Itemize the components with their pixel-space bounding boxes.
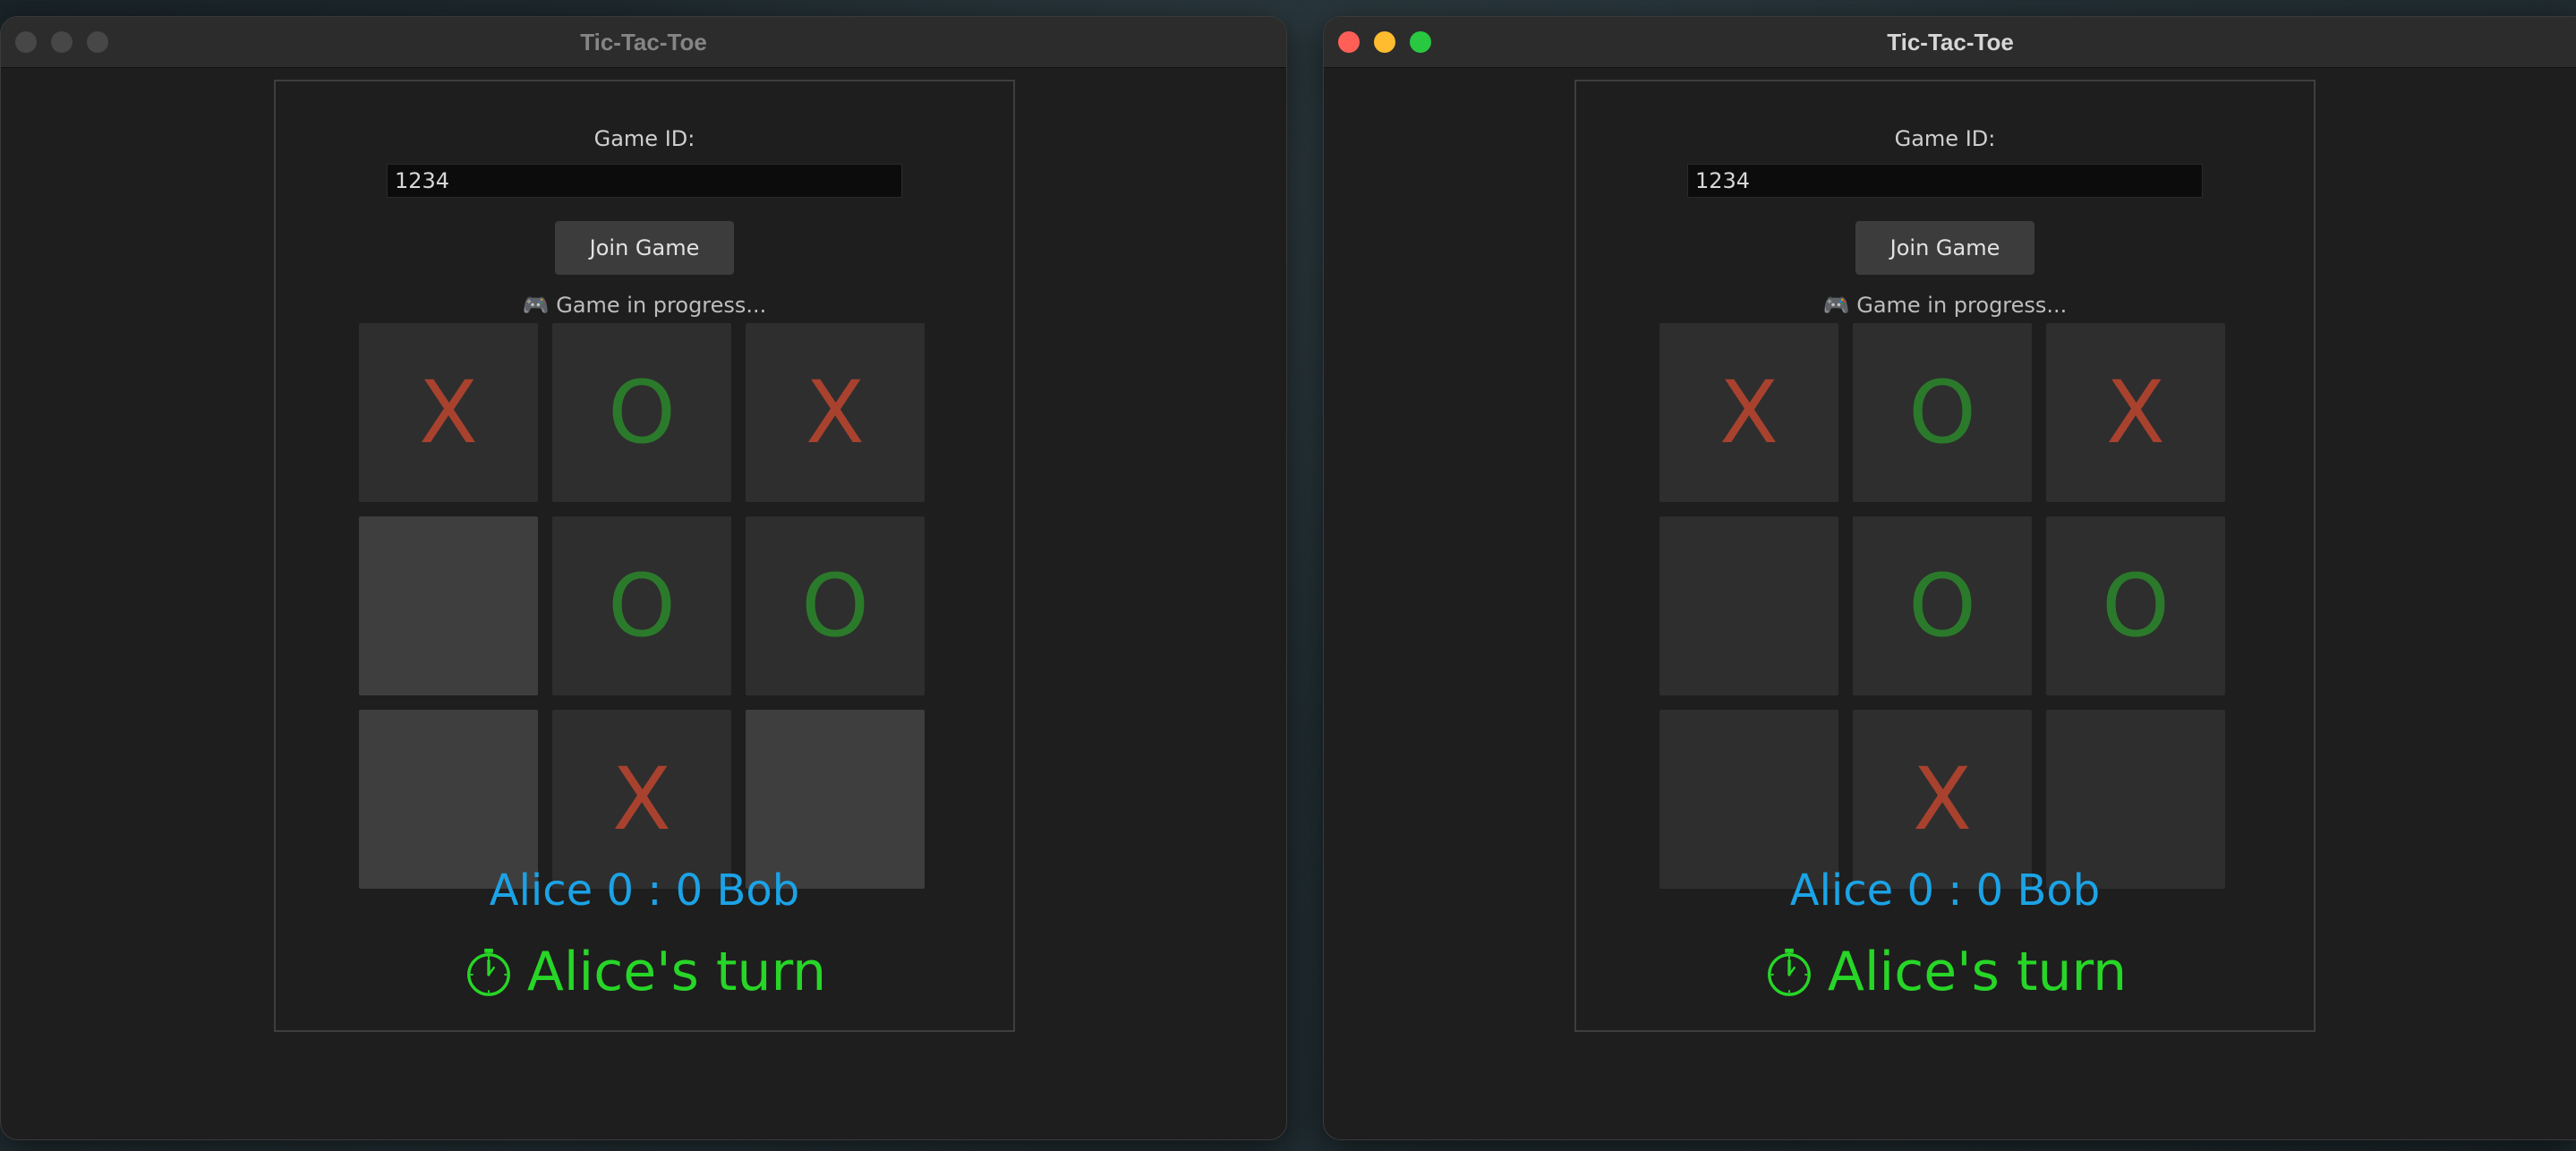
game-window-left: Tic-Tac-Toe Game ID: Join Game 🎮 Game in… <box>0 16 1287 1140</box>
board-cell[interactable]: O <box>552 516 731 695</box>
game-board: X O X O O X <box>1659 323 2225 889</box>
game-status: 🎮 Game in progress... <box>276 293 1013 318</box>
window-title: Tic-Tac-Toe <box>1887 29 2014 55</box>
title-bar[interactable]: Tic-Tac-Toe <box>1324 17 2576 68</box>
board-cell[interactable] <box>359 516 538 695</box>
board-cell[interactable] <box>746 710 925 889</box>
title-bar[interactable]: Tic-Tac-Toe <box>1 17 1286 68</box>
turn-text: Alice's turn <box>1827 941 2128 1003</box>
board-cell[interactable]: X <box>746 323 925 502</box>
join-game-button[interactable]: Join Game <box>555 221 734 275</box>
game-window-right: Tic-Tac-Toe Game ID: Join Game 🎮 Game in… <box>1323 16 2576 1140</box>
turn-indicator: Alice's turn <box>1576 941 2314 1003</box>
game-status-text: Game in progress... <box>1856 293 2068 318</box>
board-cell[interactable]: O <box>2046 516 2225 695</box>
board-cell[interactable] <box>1659 710 1838 889</box>
turn-indicator: Alice's turn <box>276 941 1013 1003</box>
window-title: Tic-Tac-Toe <box>580 29 707 55</box>
board-cell[interactable]: O <box>552 323 731 502</box>
scoreboard: Alice 0 : 0 Bob <box>1789 865 2101 916</box>
board-cell[interactable]: O <box>746 516 925 695</box>
board-cell[interactable]: X <box>1659 323 1838 502</box>
game-id-input[interactable] <box>1687 164 2203 198</box>
gamepad-icon: 🎮 <box>522 293 550 318</box>
board-cell[interactable]: O <box>1853 323 2032 502</box>
turn-text: Alice's turn <box>526 941 827 1003</box>
board-cell[interactable] <box>2046 710 2225 889</box>
board-cell[interactable] <box>1659 516 1838 695</box>
game-id-input[interactable] <box>387 164 902 198</box>
board-cell[interactable]: X <box>1853 710 2032 889</box>
game-panel: Game ID: Join Game 🎮 Game in progress...… <box>274 80 1015 1032</box>
game-status: 🎮 Game in progress... <box>1576 293 2314 318</box>
board-cell[interactable]: X <box>552 710 731 889</box>
game-board: X O X O O X <box>359 323 925 889</box>
scoreboard: Alice 0 : 0 Bob <box>489 865 800 916</box>
game-id-label: Game ID: <box>1894 126 1996 151</box>
board-cell[interactable]: X <box>359 323 538 502</box>
board-cell[interactable] <box>359 710 538 889</box>
gamepad-icon: 🎮 <box>1822 293 1850 318</box>
board-cell[interactable]: X <box>2046 323 2225 502</box>
stopwatch-icon <box>1767 948 1811 996</box>
board-cell[interactable]: O <box>1853 516 2032 695</box>
game-id-label: Game ID: <box>593 126 695 151</box>
stopwatch-icon <box>466 948 510 996</box>
join-game-button[interactable]: Join Game <box>1855 221 2034 275</box>
game-panel: Game ID: Join Game 🎮 Game in progress...… <box>1574 80 2316 1032</box>
game-status-text: Game in progress... <box>556 293 767 318</box>
